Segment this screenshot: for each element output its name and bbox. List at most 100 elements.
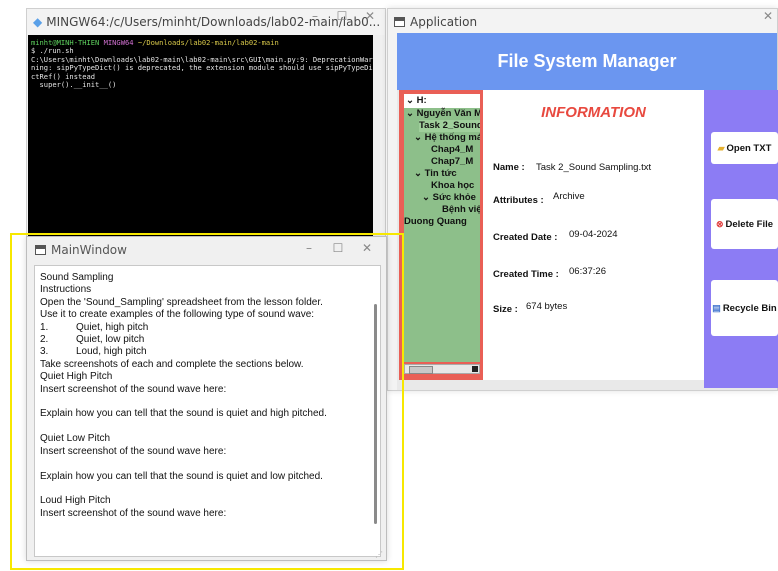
close-icon[interactable]: ✕ xyxy=(352,241,382,255)
tree-node[interactable]: Chap7_M xyxy=(431,156,473,168)
open-txt-button[interactable]: ▰ Open TXT xyxy=(711,132,778,164)
app-titlebar[interactable]: Application xyxy=(388,9,777,35)
prompt-system: MINGW64 xyxy=(103,38,134,47)
folder-icon: ▰ xyxy=(717,142,725,153)
tree-node[interactable]: Khoa học xyxy=(431,180,474,192)
tree-node-label: Task 2_Sound Sampling.txt xyxy=(419,120,480,131)
text-line xyxy=(40,421,365,433)
tree-node[interactable]: ⌄ H: xyxy=(406,95,427,107)
created-date-row: Created Date : 09-04-2024 xyxy=(493,229,618,243)
name-row: Name : Task 2_Sound Sampling.txt xyxy=(493,162,651,173)
chevron-down-icon[interactable]: ⌄ xyxy=(414,132,422,143)
name-value: Task 2_Sound Sampling.txt xyxy=(536,162,652,173)
text-line: Explain how you can tell that the sound … xyxy=(40,408,327,420)
text-line: Loud High Pitch xyxy=(40,495,111,507)
tree-node-label: Sức khỏe xyxy=(432,192,476,203)
text-vertical-scrollbar[interactable] xyxy=(372,270,378,552)
attributes-value: Archive xyxy=(553,191,585,202)
tree-node-label: Hệ thống máy tính xyxy=(424,132,480,143)
delete-icon: ⊗ xyxy=(715,218,724,229)
list-item: 3. Loud, high pitch xyxy=(40,346,365,358)
chevron-down-icon[interactable]: ⌄ xyxy=(406,95,414,106)
tree-node-label: Khoa học xyxy=(431,180,475,191)
document-text-area[interactable]: Sound Sampling Instructions Open the 'So… xyxy=(34,265,381,557)
app-header-title: File System Manager xyxy=(497,51,677,71)
mingw-logo-icon: ◆ xyxy=(33,15,43,29)
created-date-label: Created Date : xyxy=(493,232,558,243)
chevron-down-icon[interactable]: ⌄ xyxy=(422,192,430,203)
text-line xyxy=(40,396,365,408)
list-number: 2. xyxy=(40,334,49,346)
text-line xyxy=(40,458,365,470)
app-close-icon[interactable]: ✕ xyxy=(753,9,778,23)
file-tree-frame: ⌄ H: ⌄ Nguyễn Văn Minh Task 2_Sound Samp… xyxy=(399,90,483,380)
document-text: Sound Sampling Instructions Open the 'So… xyxy=(40,272,365,520)
information-panel: INFORMATION Name : Task 2_Sound Sampling… xyxy=(483,90,704,380)
maximize-icon[interactable]: ☐ xyxy=(323,241,353,255)
text-line xyxy=(40,483,365,495)
app-window-title: Application xyxy=(410,15,478,29)
text-line: Take screenshots of each and complete th… xyxy=(40,358,304,370)
text-line: Instructions xyxy=(40,284,92,296)
text-line: Insert screenshot of the sound wave here… xyxy=(40,383,227,395)
size-row: Size : 674 bytes xyxy=(493,301,567,315)
text-line: Insert screenshot of the sound wave here… xyxy=(40,445,227,457)
open-txt-label: Open TXT xyxy=(726,142,772,154)
text-line: Open the 'Sound_Sampling' spreadsheet fr… xyxy=(40,296,323,308)
tree-node[interactable]: Chap4_M xyxy=(431,144,473,156)
recycle-bin-button[interactable]: ▤ Recycle Bin xyxy=(711,280,778,336)
text-line: Use it to create examples of the followi… xyxy=(40,309,315,321)
app-window-icon xyxy=(394,17,405,27)
delete-file-label: Delete File xyxy=(725,218,774,230)
created-time-row: Created Time : 06:37:26 xyxy=(493,266,606,280)
terminal-scrollbar[interactable] xyxy=(373,35,385,237)
text-line: Quiet Low Pitch xyxy=(40,433,111,445)
size-value: 674 bytes xyxy=(526,301,568,312)
scroll-right-arrow-icon[interactable] xyxy=(472,366,478,372)
list-text: Loud, high pitch xyxy=(76,346,147,358)
terminal-window: ◆ MINGW64:/c/Users/minht/Downloads/lab02… xyxy=(26,8,386,238)
maximize-icon[interactable]: ☐ xyxy=(327,9,357,23)
tree-node[interactable]: Bệnh viện xyxy=(442,204,480,216)
app-header: File System Manager xyxy=(397,33,777,90)
resize-grip-icon[interactable]: ⋰ xyxy=(375,550,383,559)
action-panel: ▰ Open TXT ⊗ Delete File ▤ Recycle Bin xyxy=(704,90,778,388)
list-number: 3. xyxy=(40,346,49,358)
tree-node-selected[interactable]: Task 2_Sound Sampling.txt xyxy=(419,120,480,132)
list-text: Quiet, high pitch xyxy=(76,321,149,333)
application-window: Application ✕ File System Manager ⌄ H: ⌄… xyxy=(387,8,778,391)
tree-node[interactable]: ⌄ Nguyễn Văn Minh xyxy=(406,108,480,120)
tree-node-label: Chap4_M xyxy=(431,144,474,155)
tree-node[interactable]: ⌄ Sức khỏe xyxy=(422,192,476,204)
main-window-title: MainWindow xyxy=(51,243,127,257)
file-tree[interactable]: ⌄ H: ⌄ Nguyễn Văn Minh Task 2_Sound Samp… xyxy=(404,94,480,362)
delete-file-button[interactable]: ⊗ Delete File xyxy=(711,199,778,249)
minimize-icon[interactable]: – xyxy=(300,9,330,23)
terminal-line: super().__init__() xyxy=(31,80,117,90)
tree-node-label: Bệnh viện xyxy=(442,204,480,215)
created-time-label: Created Time : xyxy=(493,269,559,280)
text-line: Sound Sampling xyxy=(40,272,114,283)
recycle-bin-label: Recycle Bin xyxy=(722,302,777,314)
chevron-down-icon[interactable]: ⌄ xyxy=(406,108,414,119)
scrollbar-thumb[interactable] xyxy=(409,366,433,374)
minimize-icon[interactable]: – xyxy=(294,241,324,255)
main-window: MainWindow – ☐ ✕ Sound Sampling Instruct… xyxy=(26,236,387,561)
created-date-value: 09-04-2024 xyxy=(569,229,618,240)
chevron-down-icon[interactable]: ⌄ xyxy=(414,168,422,179)
terminal-output[interactable]: minht@MINH-THIEN MINGW64 ~/Downloads/lab… xyxy=(28,35,373,237)
tree-node[interactable]: Duong Quang xyxy=(404,216,467,228)
tree-node[interactable]: ⌄ Hệ thống máy tính xyxy=(414,132,480,144)
attributes-row: Attributes : Archive xyxy=(493,191,585,206)
scrollbar-thumb[interactable] xyxy=(374,304,377,524)
tree-node[interactable]: ⌄ Tin tức xyxy=(414,168,457,180)
close-icon[interactable]: ✕ xyxy=(355,9,385,23)
tree-node-label: Chap7_M xyxy=(431,156,474,167)
main-window-icon xyxy=(35,245,46,255)
text-line: Explain how you can tell that the sound … xyxy=(40,470,323,482)
text-line: Insert screenshot of the sound wave here… xyxy=(40,507,227,519)
tree-horizontal-scrollbar[interactable] xyxy=(404,364,480,374)
tree-node-label: Nguyễn Văn Minh xyxy=(416,108,480,119)
recycle-bin-icon: ▤ xyxy=(712,302,721,313)
tree-node-label: H: xyxy=(416,95,427,106)
